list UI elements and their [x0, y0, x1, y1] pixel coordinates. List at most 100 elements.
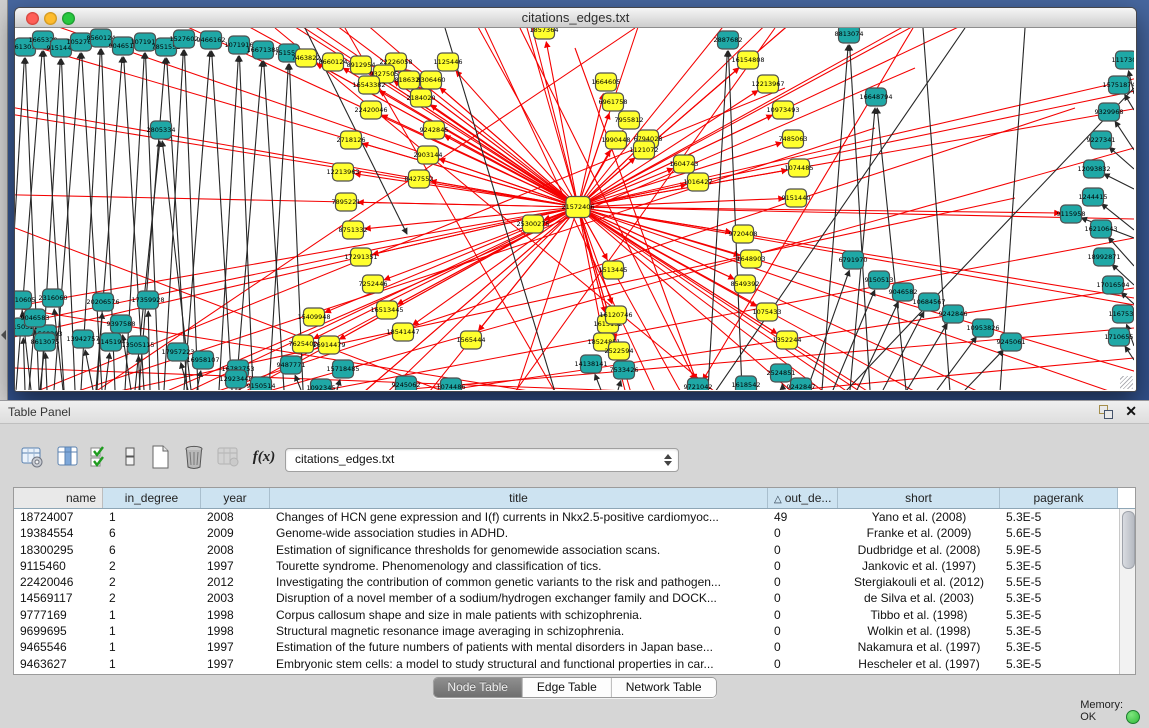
window-titlebar[interactable]: citations_edges.txt [15, 8, 1136, 28]
row-height-icon[interactable] [116, 443, 144, 471]
column-header-year[interactable]: year [201, 488, 270, 508]
cell-in_degree[interactable]: 1 [103, 509, 201, 525]
cell-name[interactable]: 22420046 [14, 574, 103, 590]
network-canvas[interactable]: 2157240686130741665328915144210527608560… [15, 28, 1134, 390]
cell-title[interactable]: Structural magnetic resonance image aver… [270, 623, 768, 639]
cell-pagerank[interactable]: 5.3E-5 [1000, 558, 1118, 574]
import-table-icon[interactable] [214, 443, 242, 471]
vertical-scrollbar[interactable] [1119, 509, 1135, 674]
cell-year[interactable]: 1998 [201, 623, 270, 639]
cell-name[interactable]: 9463627 [14, 656, 103, 672]
table-row[interactable]: 1456911722003Disruption of a novel membe… [14, 590, 1120, 606]
cell-short[interactable]: Franke et al. (2009) [838, 525, 1000, 541]
panel-collapse-handle[interactable] [1, 330, 6, 340]
cell-short[interactable]: Wolkin et al. (1998) [838, 623, 1000, 639]
table-settings-icon[interactable] [18, 443, 46, 471]
cell-pagerank[interactable]: 5.9E-5 [1000, 542, 1118, 558]
delete-table-icon[interactable] [180, 443, 208, 471]
cell-pagerank[interactable]: 5.3E-5 [1000, 656, 1118, 672]
cell-year[interactable]: 1998 [201, 607, 270, 623]
column-header-title[interactable]: title [270, 488, 768, 508]
cell-name[interactable]: 9465546 [14, 639, 103, 655]
cell-short[interactable]: Stergiakouli et al. (2012) [838, 574, 1000, 590]
network-window[interactable]: citations_edges.txt 21572406861307416653… [14, 7, 1137, 392]
cell-year[interactable]: 2003 [201, 590, 270, 606]
table-row[interactable]: 969969511998Structural magnetic resonanc… [14, 623, 1120, 639]
cell-title[interactable]: Disruption of a novel member of a sodium… [270, 590, 768, 606]
cell-out_degree[interactable]: 0 [768, 607, 838, 623]
cell-name[interactable]: 9699695 [14, 623, 103, 639]
close-panel-icon[interactable]: ✕ [1125, 403, 1137, 420]
cell-name[interactable]: 14569117 [14, 590, 103, 606]
table-row[interactable]: 946554611997Estimation of the future num… [14, 639, 1120, 655]
cell-title[interactable]: Changes of HCN gene expression and I(f) … [270, 509, 768, 525]
cell-name[interactable]: 19384554 [14, 525, 103, 541]
cell-year[interactable]: 2008 [201, 542, 270, 558]
table-row[interactable]: 1830029562008Estimation of significance … [14, 542, 1120, 558]
table-selector-dropdown[interactable]: citations_edges.txt [285, 448, 679, 472]
column-header-out_degree[interactable]: △out_de... [768, 488, 838, 508]
cell-out_degree[interactable]: 0 [768, 639, 838, 655]
cell-year[interactable]: 1997 [201, 656, 270, 672]
new-table-icon[interactable] [146, 443, 174, 471]
column-header-short[interactable]: short [838, 488, 1000, 508]
cell-title[interactable]: Estimation of the future numbers of pati… [270, 639, 768, 655]
cell-short[interactable]: Yano et al. (2008) [838, 509, 1000, 525]
function-builder-icon[interactable]: f(x) [250, 443, 278, 471]
cell-in_degree[interactable]: 1 [103, 623, 201, 639]
window-resize-grip[interactable] [1120, 376, 1133, 389]
cell-pagerank[interactable]: 5.6E-5 [1000, 525, 1118, 541]
cell-short[interactable]: Nakamura et al. (1997) [838, 639, 1000, 655]
cell-in_degree[interactable]: 6 [103, 525, 201, 541]
cell-name[interactable]: 9115460 [14, 558, 103, 574]
cell-short[interactable]: Tibbo et al. (1998) [838, 607, 1000, 623]
cell-short[interactable]: Jankovic et al. (1997) [838, 558, 1000, 574]
cell-out_degree[interactable]: 0 [768, 574, 838, 590]
tab-node-table[interactable]: Node Table [433, 678, 523, 697]
cell-title[interactable]: Investigating the contribution of common… [270, 574, 768, 590]
cell-short[interactable]: Hescheler et al. (1997) [838, 656, 1000, 672]
cell-out_degree[interactable]: 0 [768, 525, 838, 541]
cell-pagerank[interactable]: 5.3E-5 [1000, 509, 1118, 525]
table-row[interactable]: 946362711997Embryonic stem cells: a mode… [14, 656, 1120, 672]
cell-pagerank[interactable]: 5.3E-5 [1000, 623, 1118, 639]
cell-title[interactable]: Embryonic stem cells: a model to study s… [270, 656, 768, 672]
cell-in_degree[interactable]: 2 [103, 590, 201, 606]
column-select-icon[interactable] [54, 443, 82, 471]
cell-pagerank[interactable]: 5.5E-5 [1000, 574, 1118, 590]
table-row[interactable]: 977716911998Corpus callosum shape and si… [14, 607, 1120, 623]
column-header-name[interactable]: name [14, 488, 103, 508]
scrollbar-thumb[interactable] [1122, 511, 1135, 569]
float-panel-icon[interactable] [1099, 405, 1113, 419]
cell-pagerank[interactable]: 5.3E-5 [1000, 639, 1118, 655]
cell-in_degree[interactable]: 1 [103, 607, 201, 623]
cell-in_degree[interactable]: 2 [103, 558, 201, 574]
cell-year[interactable]: 2012 [201, 574, 270, 590]
cell-short[interactable]: de Silva et al. (2003) [838, 590, 1000, 606]
table-row[interactable]: 911546021997Tourette syndrome. Phenomeno… [14, 558, 1120, 574]
select-rows-icon[interactable] [86, 443, 114, 471]
column-header-pagerank[interactable]: pagerank [1000, 488, 1118, 508]
citation-network-graph[interactable]: 2157240686130741665328915144210527608560… [15, 28, 1134, 390]
cell-title[interactable]: Tourette syndrome. Phenomenology and cla… [270, 558, 768, 574]
tab-network-table[interactable]: Network Table [612, 678, 716, 697]
cell-in_degree[interactable]: 1 [103, 656, 201, 672]
cell-name[interactable]: 9777169 [14, 607, 103, 623]
cell-in_degree[interactable]: 1 [103, 639, 201, 655]
cell-name[interactable]: 18724007 [14, 509, 103, 525]
cell-out_degree[interactable]: 0 [768, 623, 838, 639]
cell-title[interactable]: Genome-wide association studies in ADHD. [270, 525, 768, 541]
cell-title[interactable]: Corpus callosum shape and size in male p… [270, 607, 768, 623]
cell-out_degree[interactable]: 0 [768, 542, 838, 558]
cell-year[interactable]: 2009 [201, 525, 270, 541]
cell-in_degree[interactable]: 2 [103, 574, 201, 590]
column-header-in_degree[interactable]: in_degree [103, 488, 201, 508]
cell-out_degree[interactable]: 49 [768, 509, 838, 525]
cell-out_degree[interactable]: 0 [768, 656, 838, 672]
cell-year[interactable]: 1997 [201, 558, 270, 574]
table-row[interactable]: 2242004622012Investigating the contribut… [14, 574, 1120, 590]
cell-year[interactable]: 1997 [201, 639, 270, 655]
cell-out_degree[interactable]: 0 [768, 558, 838, 574]
table-row[interactable]: 1938455462009Genome-wide association stu… [14, 525, 1120, 541]
cell-out_degree[interactable]: 0 [768, 590, 838, 606]
